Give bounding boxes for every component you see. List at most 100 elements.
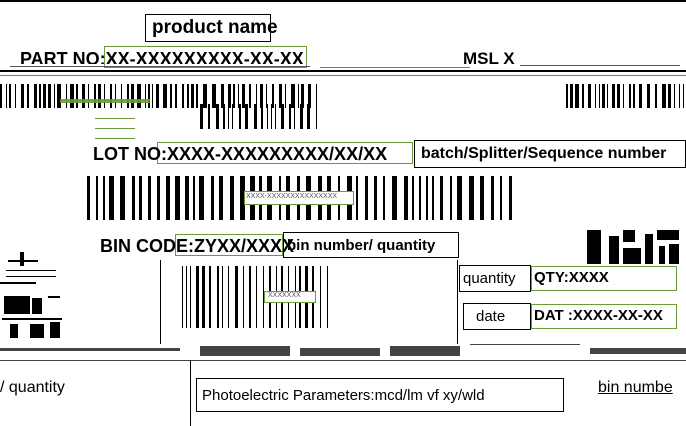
barcode-bar — [404, 176, 408, 220]
print-noise-band — [0, 340, 686, 366]
barcode-bar — [374, 176, 377, 220]
symbol-module — [48, 296, 60, 298]
barcode-bar — [647, 84, 650, 108]
green-stripe — [95, 118, 135, 119]
barcode-bar — [6, 84, 7, 108]
barcode-bar — [94, 84, 96, 108]
bin-number-label: bin numbe — [598, 379, 673, 396]
barcode-bar — [383, 176, 385, 220]
noise-mark — [590, 348, 686, 354]
symbol-module — [4, 296, 30, 314]
bottom-left-text: / quantity — [0, 379, 65, 396]
barcode-bar — [175, 176, 180, 220]
barcode-bar — [0, 84, 2, 108]
barcode-bar — [243, 266, 244, 328]
barcode-bar — [170, 84, 172, 108]
barcode-bar — [109, 176, 114, 220]
barcode-bar — [208, 104, 210, 129]
barcode-bar — [623, 84, 624, 108]
barcode-bar — [327, 266, 328, 328]
qr-module — [623, 230, 635, 242]
barcode-bar — [245, 104, 248, 129]
barcode-bar — [509, 176, 512, 220]
msl-label: MSL X — [463, 50, 515, 64]
quantity-label: quantity — [463, 270, 516, 287]
barcode-bar — [191, 84, 194, 108]
barcode-bar — [182, 266, 183, 328]
barcode-bar — [70, 84, 74, 108]
barcode-bar — [356, 176, 358, 220]
barcode-bar — [566, 84, 568, 108]
barcode-bar — [120, 176, 125, 220]
barcode-bar — [582, 84, 584, 108]
barcode-bar — [480, 176, 484, 220]
barcode-bar — [629, 84, 631, 108]
barcode-bar — [121, 84, 122, 108]
barcode-bar — [148, 176, 151, 220]
barcode-bar — [281, 104, 284, 129]
barcode-bar — [412, 176, 414, 220]
barcode-bar — [679, 84, 680, 108]
barcode-bar — [156, 84, 159, 108]
barcode-bar — [674, 84, 675, 108]
symbol-module — [2, 318, 62, 320]
barcode-bar — [254, 104, 257, 129]
barcode-bar — [588, 84, 591, 108]
barcode-bar — [76, 84, 78, 108]
barcode-bar — [110, 84, 112, 108]
barcode-bar — [307, 104, 310, 129]
bottom-divider — [190, 360, 191, 426]
barcode-bar — [163, 84, 167, 108]
symbol-module — [50, 322, 60, 338]
symbol-module — [6, 276, 56, 277]
barcode-bar — [320, 266, 321, 328]
barcode-bar — [48, 84, 51, 108]
symbol-module — [10, 324, 18, 338]
barcode-bar — [103, 176, 105, 220]
barcode-bar — [655, 84, 657, 108]
barcode-bar — [300, 104, 303, 129]
date-value: DAT :XXXX-XX-XX — [534, 307, 663, 324]
barcode-bar — [469, 176, 474, 220]
barcode-bar — [182, 84, 184, 108]
qr-module — [609, 236, 619, 264]
barcode-bar — [491, 176, 494, 220]
noise-mark — [470, 344, 580, 345]
barcode-bar — [15, 84, 16, 108]
barcode-bar — [457, 176, 462, 220]
barcode-msl — [566, 84, 686, 108]
symbol-module — [30, 324, 44, 338]
qr-module — [645, 234, 653, 264]
barcode-bar — [87, 176, 90, 220]
barcode-bar — [145, 84, 146, 108]
barcode-bar — [223, 104, 225, 129]
qr-module — [669, 244, 679, 264]
barcode-bar — [196, 266, 199, 328]
noise-mark — [0, 348, 180, 351]
barcode-bar — [190, 266, 191, 328]
barcode-bar — [617, 84, 620, 108]
barcode-bar — [166, 176, 170, 220]
barcode-bar — [34, 84, 37, 108]
symbol-module — [32, 298, 42, 314]
symbol-module — [0, 282, 36, 284]
barcode-bar — [185, 176, 189, 220]
barcode-bar — [271, 104, 272, 129]
noise-mark — [200, 346, 290, 356]
left-symbol-block — [0, 252, 72, 342]
barcode-bar — [365, 176, 368, 220]
barcode-bar — [316, 104, 317, 129]
barcode-bar — [639, 84, 642, 108]
qr-module — [587, 230, 601, 264]
barcode-bar — [43, 84, 46, 108]
barcode-bar — [595, 84, 596, 108]
barcode-bar — [137, 84, 141, 108]
noise-mark — [390, 346, 460, 356]
barcode-bar — [66, 84, 67, 108]
barcode-bar — [450, 176, 452, 220]
barcode-bar — [633, 84, 635, 108]
barcode-bar — [39, 84, 41, 108]
barcode-bar — [222, 266, 223, 328]
barcode-bar — [193, 176, 195, 220]
barcode-bar — [570, 84, 573, 108]
